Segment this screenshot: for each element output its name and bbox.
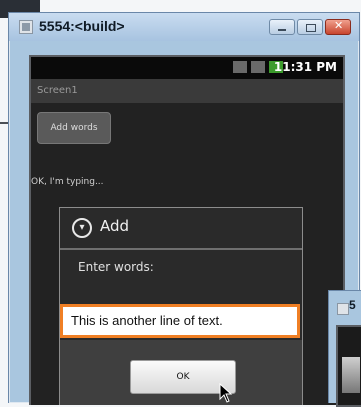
signal-icon xyxy=(233,61,247,73)
minimize-button[interactable] xyxy=(269,19,295,35)
dialog-header: ▾ Add xyxy=(60,208,302,250)
words-input[interactable]: This is another line of text. xyxy=(60,304,300,338)
status-bar: 11:31 PM xyxy=(31,57,343,79)
screen-title: Screen1 xyxy=(31,79,343,103)
network-icon xyxy=(251,61,265,73)
typing-status: OK, I'm typing... xyxy=(31,177,104,187)
secondary-phone-screen xyxy=(336,325,361,407)
status-time: 11:31 PM xyxy=(273,60,337,74)
titlebar: 5554:<build> xyxy=(9,13,359,41)
app-icon xyxy=(337,303,349,315)
add-words-button[interactable]: Add words xyxy=(37,112,111,144)
phone-screen: 11:31 PM Screen1 Add words OK, I'm typin… xyxy=(29,55,345,405)
dialog-title: Add xyxy=(100,217,130,235)
secondary-window-title: 5 xyxy=(349,298,356,312)
add-dialog: ▾ Add Enter words: This is another line … xyxy=(59,207,303,405)
secondary-emulator-window: 5 xyxy=(328,290,361,407)
window-title: 5554:<build> xyxy=(39,18,125,34)
app-icon xyxy=(19,20,33,34)
dialog-label: Enter words: xyxy=(78,260,154,274)
chevron-down-icon: ▾ xyxy=(72,218,92,238)
emulator-window: 5554:<build> 11:31 PM Screen1 Add words … xyxy=(8,12,360,405)
close-button[interactable] xyxy=(325,19,351,35)
maximize-button[interactable] xyxy=(297,19,323,35)
secondary-screen-content xyxy=(342,357,360,393)
